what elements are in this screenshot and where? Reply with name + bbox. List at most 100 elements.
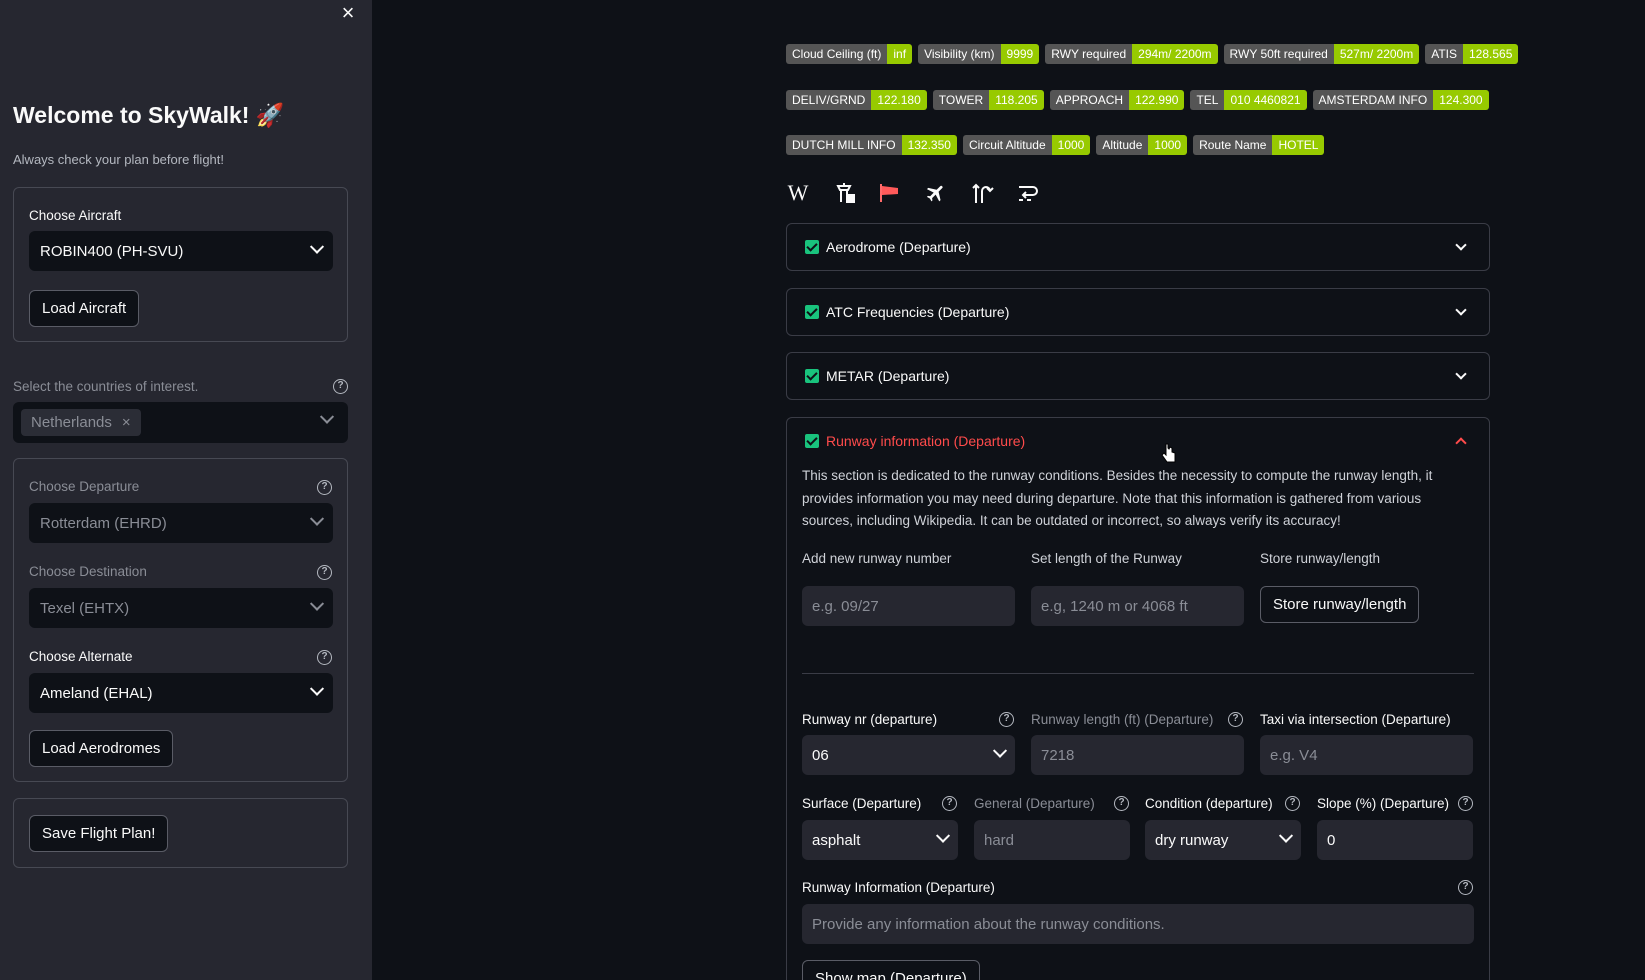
badge-value: 9999	[1000, 44, 1040, 64]
load-aircraft-button[interactable]: Load Aircraft	[29, 290, 140, 327]
departure-select[interactable]: Rotterdam (EHRD)	[29, 503, 333, 543]
info-badge: Visibility (km) 9999	[918, 44, 1040, 64]
chevron-down-icon	[1278, 828, 1294, 843]
runway-length-input[interactable]: e.g, 1240 m or 4068 ft	[1031, 586, 1244, 626]
runway-expander-header[interactable]: Runway information (Departure)	[787, 418, 1489, 464]
help-icon[interactable]: ?	[317, 480, 332, 495]
help-icon[interactable]: ?	[1285, 796, 1300, 811]
general-field[interactable]: hard	[974, 820, 1130, 860]
help-icon[interactable]: ?	[942, 796, 957, 811]
route-return-icon[interactable]	[1016, 181, 1040, 205]
sidebar: × Welcome to SkyWalk! 🚀 Always check you…	[0, 0, 372, 980]
runway-length-field[interactable]: 7218	[1031, 735, 1244, 775]
badge-key: Circuit Altitude	[962, 135, 1052, 155]
condition-value: dry runway	[1155, 831, 1229, 849]
close-sidebar-button[interactable]: ×	[336, 2, 360, 26]
surface-label: Surface (Departure)	[802, 796, 922, 811]
taxi-input[interactable]: e.g. V4	[1260, 735, 1473, 775]
countries-multiselect[interactable]: Netherlands ×	[13, 402, 348, 443]
runway-length-set-label: Set length of the Runway	[1031, 551, 1182, 566]
aircraft-value: ROBIN400 (PH-SVU)	[40, 242, 184, 260]
aerodromes-form: Choose Departure ? Rotterdam (EHRD) Choo…	[13, 458, 348, 782]
surface-select[interactable]: asphalt	[802, 820, 958, 860]
windsock-icon[interactable]	[878, 181, 902, 205]
aircraft-select[interactable]: ROBIN400 (PH-SVU)	[29, 231, 333, 271]
wikipedia-icon[interactable]: W	[786, 180, 810, 205]
destination-label: Choose Destination	[29, 564, 147, 579]
load-aerodromes-button[interactable]: Load Aerodromes	[29, 730, 174, 767]
help-icon[interactable]: ?	[1114, 796, 1129, 811]
badges-row-3: DUTCH MILL INFO 132.350 Circuit Altitude 10…	[786, 135, 1325, 155]
help-icon[interactable]: ?	[1458, 796, 1473, 811]
aerodrome-expander: Aerodrome (Departure)	[786, 223, 1490, 271]
info-badge: Altitude 1000	[1096, 135, 1188, 155]
badge-key: Route Name	[1193, 135, 1273, 155]
info-badge: RWY required 294m/ 2200m	[1045, 44, 1218, 64]
runway-expander-title: Runway information (Departure)	[826, 433, 1026, 449]
help-icon[interactable]: ?	[1228, 712, 1243, 727]
runway-nr-select[interactable]: 06	[802, 735, 1015, 775]
badges-row-1: Cloud Ceiling (ft) inf Visibility (km) 9999…	[786, 44, 1519, 64]
alternate-value: Ameland (EHAL)	[40, 684, 153, 702]
chevron-down-icon	[1455, 368, 1467, 380]
store-runway-button[interactable]: Store runway/length	[1260, 586, 1420, 623]
metar-expander: METAR (Departure)	[786, 352, 1490, 400]
store-runway-label: Store runway/length	[1260, 551, 1381, 566]
help-icon[interactable]: ?	[999, 712, 1014, 727]
metar-expander-header[interactable]: METAR (Departure)	[787, 353, 1489, 399]
badge-value: 122.990	[1129, 90, 1185, 110]
help-icon[interactable]: ?	[333, 379, 348, 394]
badge-key: APPROACH	[1049, 90, 1130, 110]
destination-select[interactable]: Texel (EHTX)	[29, 588, 333, 628]
badge-value: 1000	[1051, 135, 1091, 155]
country-tag-label: Netherlands	[31, 414, 112, 431]
add-runway-input[interactable]: e.g. 09/27	[802, 586, 1015, 626]
aerodrome-expander-title: Aerodrome (Departure)	[826, 239, 971, 255]
surface-value: asphalt	[812, 831, 861, 849]
mouse-cursor-icon	[1161, 443, 1176, 463]
badge-key: Cloud Ceiling (ft)	[786, 44, 888, 64]
slope-input[interactable]: 0	[1317, 820, 1473, 860]
badge-value: HOTEL	[1272, 135, 1325, 155]
condition-select[interactable]: dry runway	[1145, 820, 1301, 860]
badge-value: 010 4460821	[1224, 90, 1307, 110]
info-badge: Route Name HOTEL	[1193, 135, 1325, 155]
runway-turn-icon[interactable]	[970, 181, 994, 205]
badge-key: DELIV/GRND	[786, 90, 872, 110]
alternate-label: Choose Alternate	[29, 649, 133, 664]
badge-key: ATIS	[1425, 44, 1463, 64]
badge-value: inf	[887, 44, 913, 64]
info-badge: APPROACH 122.990	[1049, 90, 1185, 110]
help-icon[interactable]: ?	[317, 650, 332, 665]
destination-value: Texel (EHTX)	[40, 599, 130, 617]
alternate-select[interactable]: Ameland (EHAL)	[29, 673, 333, 713]
countries-label: Select the countries of interest.	[13, 379, 199, 394]
help-icon[interactable]: ?	[317, 565, 332, 580]
control-tower-icon[interactable]	[832, 181, 856, 205]
atc-expander-header[interactable]: ATC Frequencies (Departure)	[787, 289, 1489, 335]
checkbox-checked-icon	[805, 369, 819, 383]
info-badge: RWY 50ft required 527m/ 2200m	[1223, 44, 1420, 64]
checkbox-checked-icon	[805, 240, 819, 254]
info-badge: TOWER 118.205	[932, 90, 1044, 110]
general-label: General (Departure)	[974, 796, 1095, 811]
chevron-down-icon	[1455, 304, 1467, 316]
chevron-down-icon	[309, 511, 325, 526]
checkbox-checked-icon	[805, 305, 819, 319]
metar-expander-title: METAR (Departure)	[826, 368, 950, 384]
departure-value: Rotterdam (EHRD)	[40, 514, 167, 532]
remove-tag-icon[interactable]: ×	[122, 414, 131, 431]
save-flight-plan-button[interactable]: Save Flight Plan!	[29, 815, 169, 852]
help-icon[interactable]: ?	[1458, 880, 1473, 895]
aerodrome-expander-header[interactable]: Aerodrome (Departure)	[787, 224, 1489, 270]
badge-key: TEL	[1190, 90, 1225, 110]
sidebar-title: Welcome to SkyWalk! 🚀	[13, 102, 285, 128]
info-badge: ATIS 128.565	[1425, 44, 1519, 64]
divider	[802, 673, 1474, 674]
badge-key: RWY required	[1045, 44, 1133, 64]
country-tag: Netherlands ×	[21, 409, 141, 436]
show-map-button[interactable]: Show map (Departure)	[802, 960, 980, 980]
runway-info-input[interactable]: Provide any information about the runway…	[802, 904, 1474, 944]
chevron-down-icon	[309, 681, 325, 696]
airplane-icon[interactable]	[924, 181, 948, 205]
